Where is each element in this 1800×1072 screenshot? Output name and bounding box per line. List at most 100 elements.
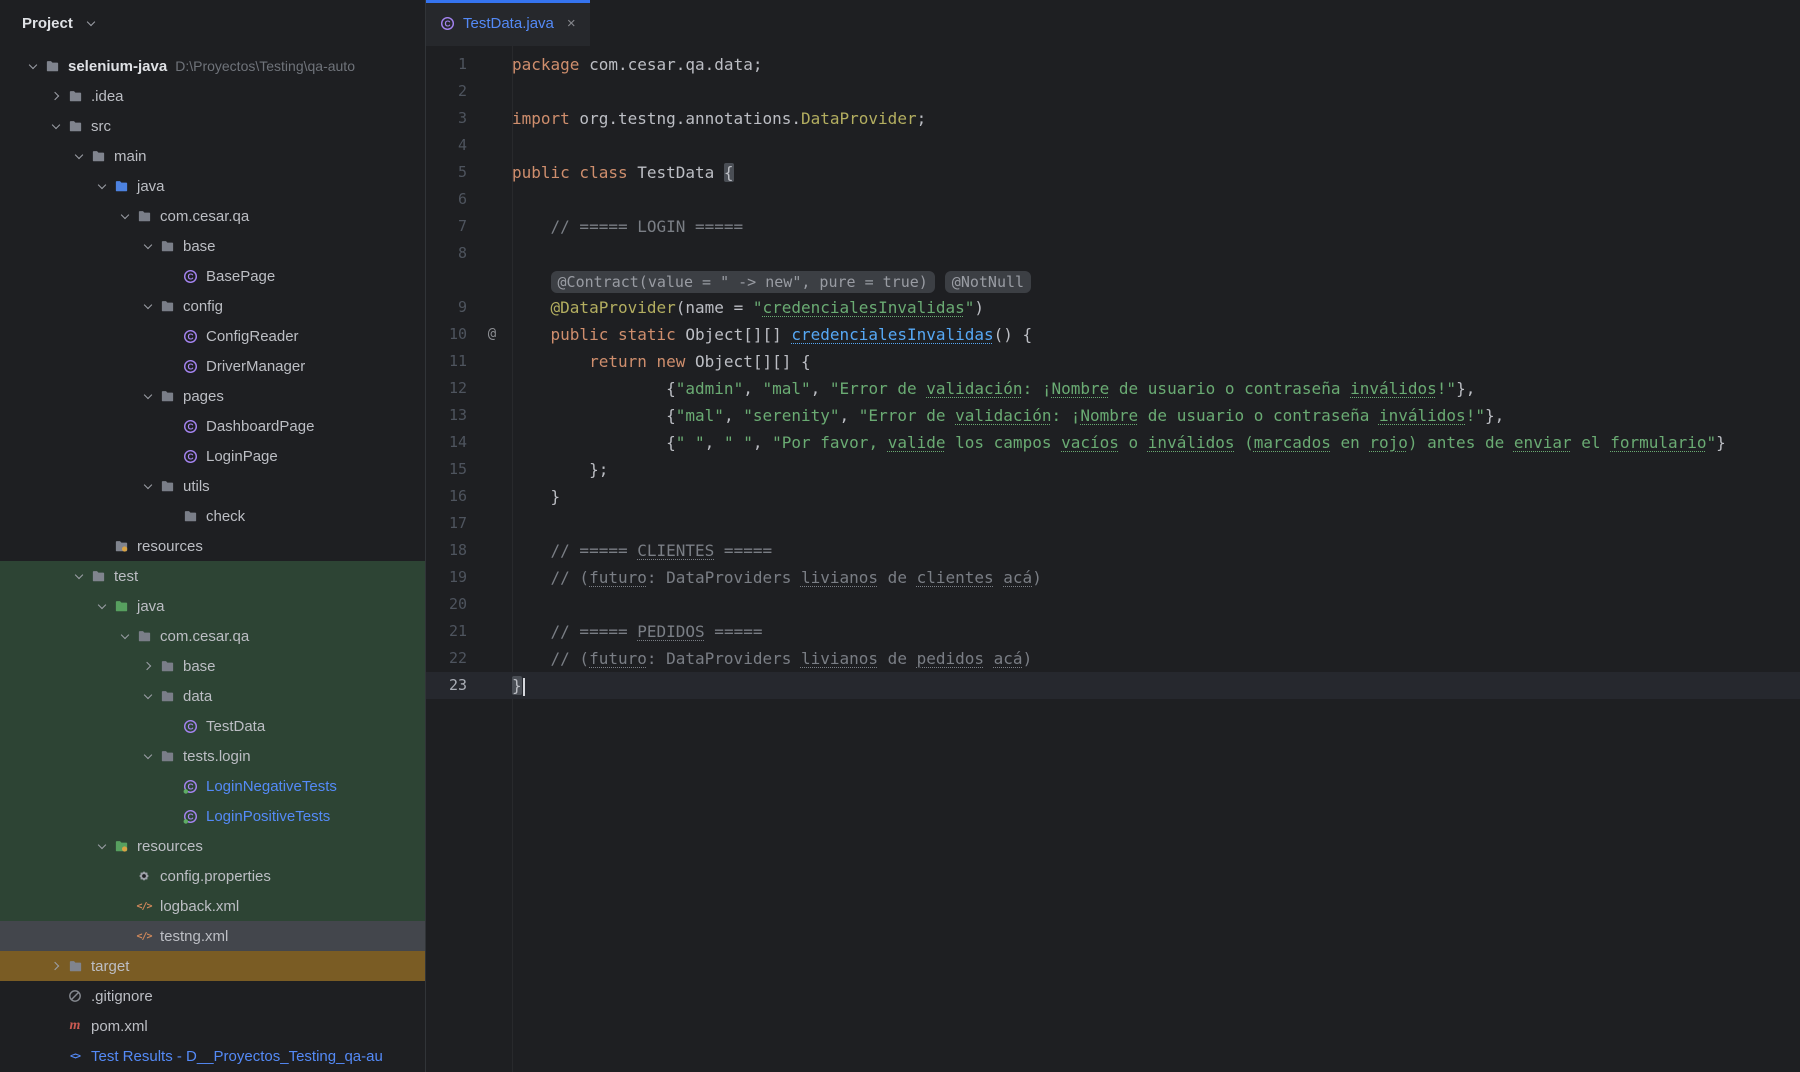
chevron-right-icon[interactable] (47, 93, 65, 99)
tree-item-loginpositivetests[interactable]: CLoginPositiveTests (0, 801, 425, 831)
code-line-17[interactable]: 17 (426, 510, 1800, 537)
chevron-down-icon[interactable] (116, 214, 134, 218)
close-icon[interactable]: × (567, 16, 576, 31)
editor-tab-testdata-java[interactable]: C TestData.java × (426, 0, 590, 46)
tree-item-idea[interactable]: .idea (0, 81, 425, 111)
chevron-down-icon[interactable] (139, 304, 157, 308)
code-text: }; (512, 456, 608, 483)
code-text: // (futuro: DataProviders livianos de cl… (512, 564, 1042, 591)
code-text: {"mal", "serenity", "Error de validación… (512, 402, 1504, 429)
tree-item-logback-xml[interactable]: </>logback.xml (0, 891, 425, 921)
code-line-1[interactable]: 1package com.cesar.qa.data; (426, 51, 1800, 78)
tree-item-check[interactable]: check (0, 501, 425, 531)
code-line-4[interactable]: 4 (426, 132, 1800, 159)
chevron-down-icon[interactable] (139, 484, 157, 488)
chevron-down-icon[interactable] (70, 154, 88, 158)
chevron-down-icon[interactable] (139, 694, 157, 698)
chevron-down-icon[interactable] (139, 394, 157, 398)
code-line-8[interactable]: 8 (426, 240, 1800, 267)
tree-item-base[interactable]: base (0, 651, 425, 681)
tree-item-testng-xml[interactable]: </>testng.xml (0, 921, 425, 951)
tree-item-main[interactable]: main (0, 141, 425, 171)
tree-item-java[interactable]: java (0, 591, 425, 621)
resources-folder-icon (111, 538, 131, 554)
code-line-13[interactable]: 13 {"mal", "serenity", "Error de validac… (426, 402, 1800, 429)
tree-item-java[interactable]: java (0, 171, 425, 201)
tree-item-data[interactable]: data (0, 681, 425, 711)
inferred-annotation-chip[interactable]: @Contract(value = " -> new", pure = true… (551, 271, 935, 293)
chevron-down-icon[interactable] (139, 244, 157, 248)
code-line-3[interactable]: 3import org.testng.annotations.DataProvi… (426, 105, 1800, 132)
tree-item-label: LoginPage (206, 448, 278, 465)
line-number: 19 (426, 564, 472, 591)
tree-item-com-cesar-qa[interactable]: com.cesar.qa (0, 621, 425, 651)
tree-item-testdata[interactable]: CTestData (0, 711, 425, 741)
chevron-right-icon[interactable] (139, 663, 157, 669)
tree-item-configreader[interactable]: CConfigReader (0, 321, 425, 351)
code-line-12[interactable]: 12 {"admin", "mal", "Error de validación… (426, 375, 1800, 402)
chevron-down-icon[interactable] (24, 64, 42, 68)
tree-item-src[interactable]: src (0, 111, 425, 141)
code-text: public class TestData { (512, 159, 734, 186)
chevron-down-icon[interactable] (139, 754, 157, 758)
tree-item-gitignore[interactable]: .gitignore (0, 981, 425, 1011)
tree-item-pom-xml[interactable]: mpom.xml (0, 1011, 425, 1041)
chevron-down-icon[interactable] (82, 21, 100, 25)
code-line-20[interactable]: 20 (426, 591, 1800, 618)
tree-item-resources[interactable]: resources (0, 531, 425, 561)
code-line-10[interactable]: 10@ public static Object[][] credenciale… (426, 321, 1800, 348)
chevron-down-icon[interactable] (93, 604, 111, 608)
tree-item-resources[interactable]: resources (0, 831, 425, 861)
chevron-down-icon[interactable] (93, 184, 111, 188)
tree-item-loginpage[interactable]: C LoginPage (0, 441, 425, 471)
annotation-gutter-icon[interactable]: @ (472, 321, 512, 348)
tree-item-label: tests.login (183, 748, 251, 765)
class-icon: C (180, 448, 200, 464)
chevron-down-icon[interactable] (93, 844, 111, 848)
code-line-16[interactable]: 16 } (426, 483, 1800, 510)
inlay-hint-line[interactable]: @Contract(value = " -> new", pure = true… (426, 267, 1800, 294)
tree-item-tests-login[interactable]: tests.login (0, 741, 425, 771)
tree-item-label: com.cesar.qa (160, 208, 249, 225)
tree-item-utils[interactable]: utils (0, 471, 425, 501)
code-line-7[interactable]: 7 // ===== LOGIN ===== (426, 213, 1800, 240)
tree-item-com-cesar-qa[interactable]: com.cesar.qa (0, 201, 425, 231)
chevron-down-icon[interactable] (70, 574, 88, 578)
tree-item-config[interactable]: config (0, 291, 425, 321)
package-folder-icon (180, 508, 200, 524)
tree-item-selenium-java[interactable]: selenium-javaD:\Proyectos\Testing\qa-aut… (0, 51, 425, 81)
chevron-down-icon[interactable] (47, 124, 65, 128)
tree-item-loginnegativetests[interactable]: CLoginNegativeTests (0, 771, 425, 801)
code-editor[interactable]: 1package com.cesar.qa.data;23import org.… (426, 46, 1800, 1072)
code-line-23[interactable]: 23} (426, 672, 1800, 699)
inferred-annotation-chip[interactable]: @NotNull (945, 271, 1031, 293)
code-line-2[interactable]: 2 (426, 78, 1800, 105)
tree-item-test[interactable]: test (0, 561, 425, 591)
code-line-15[interactable]: 15 }; (426, 456, 1800, 483)
project-tool-window-header[interactable]: Project (0, 0, 425, 46)
tree-item-base[interactable]: base (0, 231, 425, 261)
gutter-spacer (472, 402, 512, 429)
chevron-right-icon[interactable] (47, 963, 65, 969)
code-line-5[interactable]: 5public class TestData { (426, 159, 1800, 186)
tree-item-basepage[interactable]: CBasePage (0, 261, 425, 291)
tree-item-config-properties[interactable]: config.properties (0, 861, 425, 891)
code-text: // ===== CLIENTES ===== (512, 537, 772, 564)
code-line-21[interactable]: 21 // ===== PEDIDOS ===== (426, 618, 1800, 645)
code-line-14[interactable]: 14 {" ", " ", "Por favor, valide los cam… (426, 429, 1800, 456)
tree-item-dashboardpage[interactable]: CDashboardPage (0, 411, 425, 441)
code-line-22[interactable]: 22 // (futuro: DataProviders livianos de… (426, 645, 1800, 672)
tree-item-pages[interactable]: pages (0, 381, 425, 411)
code-text: {" ", " ", "Por favor, valide los campos… (512, 429, 1726, 456)
chevron-down-icon[interactable] (116, 634, 134, 638)
code-line-6[interactable]: 6 (426, 186, 1800, 213)
code-line-9[interactable]: 9 @DataProvider(name = "credencialesInva… (426, 294, 1800, 321)
code-line-18[interactable]: 18 // ===== CLIENTES ===== (426, 537, 1800, 564)
code-line-11[interactable]: 11 return new Object[][] { (426, 348, 1800, 375)
code-line-19[interactable]: 19 // (futuro: DataProviders livianos de… (426, 564, 1800, 591)
tree-item-target[interactable]: target (0, 951, 425, 981)
svg-text:C: C (187, 271, 193, 281)
tree-item-drivermanager[interactable]: CDriverManager (0, 351, 425, 381)
tree-item-test-results-d-proyectos-testing-qa-au[interactable]: <>Test Results - D__Proyectos_Testing_qa… (0, 1041, 425, 1071)
svg-text:C: C (187, 421, 193, 431)
